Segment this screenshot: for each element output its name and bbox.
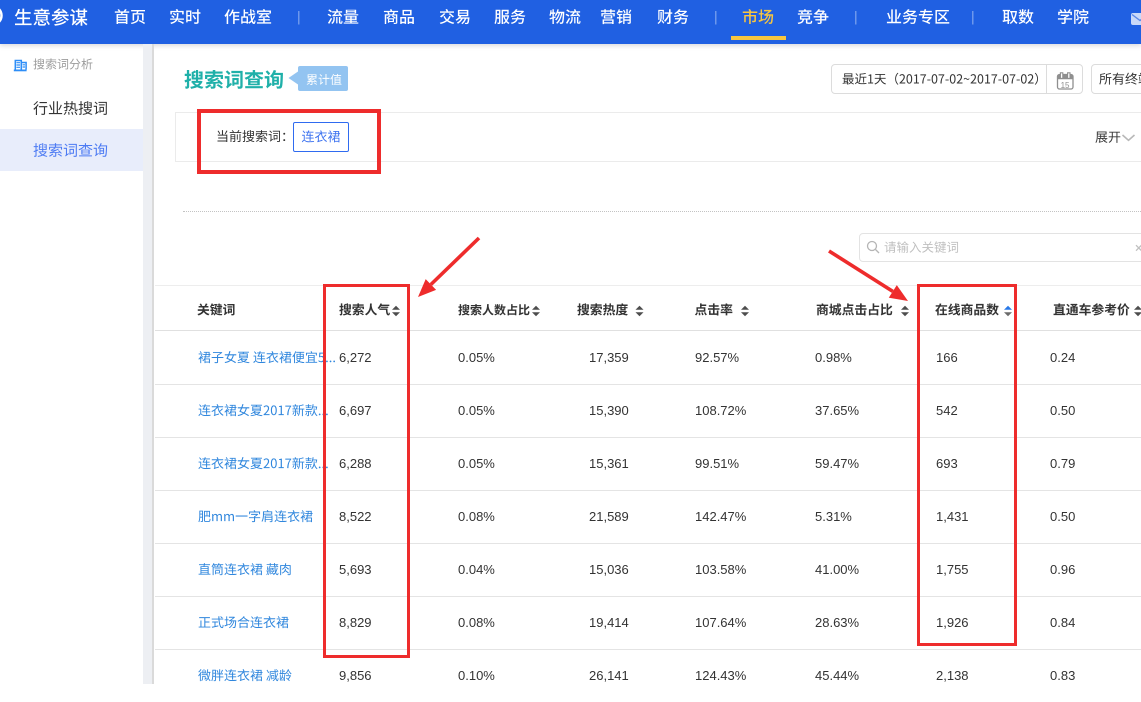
svg-text:15: 15: [1061, 81, 1070, 90]
